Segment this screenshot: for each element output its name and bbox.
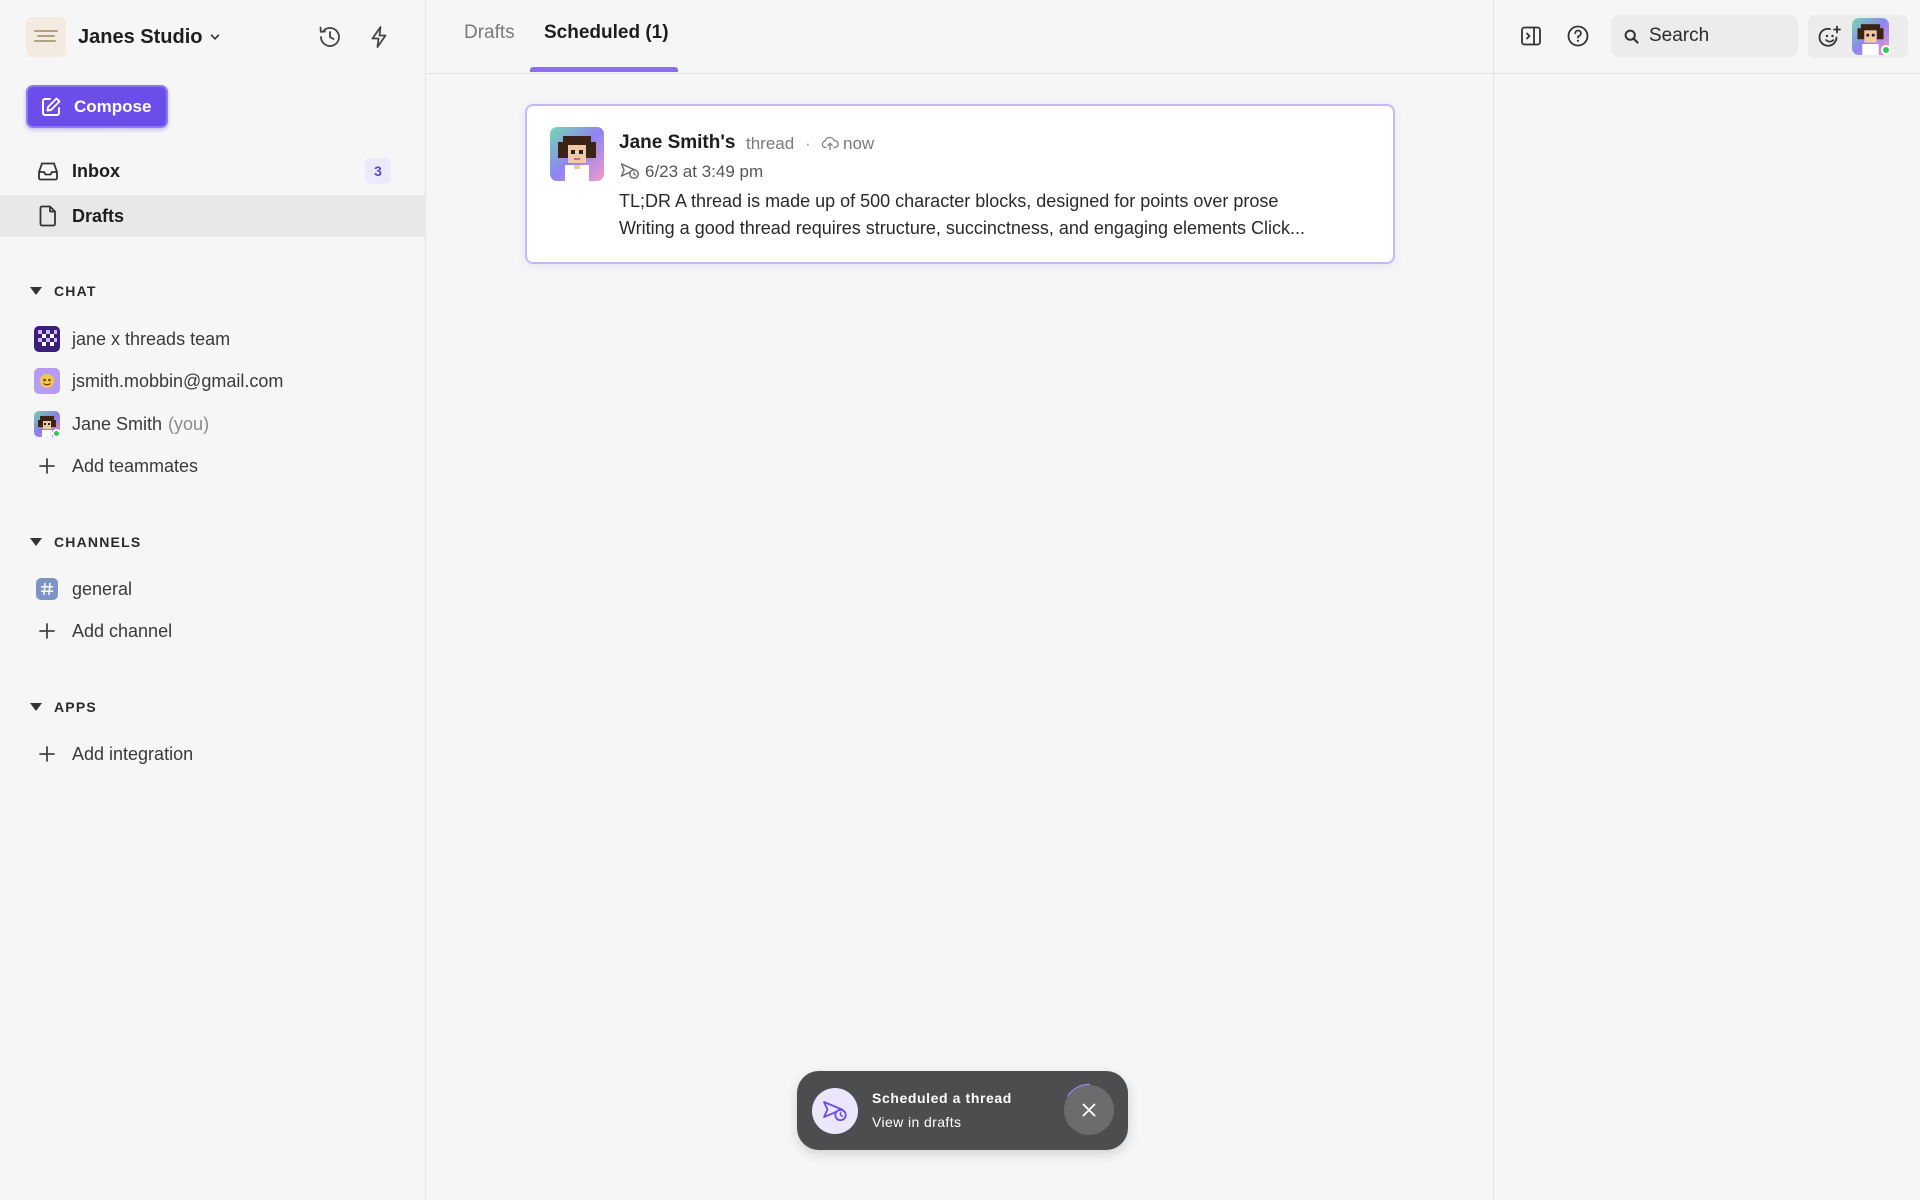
author-avatar <box>550 127 604 181</box>
chat-item-label: jane x threads team <box>72 328 231 349</box>
sidebar-item-drafts[interactable]: Drafts <box>0 195 426 237</box>
compose-icon <box>42 97 61 116</box>
view-in-drafts-link[interactable]: View in drafts <box>872 1114 961 1130</box>
toggle-panel-icon[interactable] <box>1519 24 1543 48</box>
thread-preview-line-1: TL;DR A thread is made up of 500 charact… <box>619 191 1279 211</box>
sync-status: now <box>843 134 875 153</box>
chat-item-label: jsmith.mobbin@gmail.com <box>72 370 284 391</box>
caret-down-icon <box>30 538 42 546</box>
right-toolbar: Search <box>1494 0 1920 74</box>
section-title: CHAT <box>54 283 97 299</box>
section-toggle-apps[interactable]: APPS <box>30 699 97 715</box>
help-icon[interactable] <box>1566 24 1590 48</box>
thread-preview-line-2: Writing a good thread requires structure… <box>619 218 1306 238</box>
hash-icon <box>36 578 58 600</box>
toast-close-button[interactable] <box>1064 1085 1114 1135</box>
separator-dot: · <box>805 134 811 153</box>
caret-down-icon <box>30 703 42 711</box>
section-toggle-chat[interactable]: CHAT <box>30 283 97 299</box>
sidebar: Janes Studio Compose Inbox 3 Drafts CHAT… <box>0 0 426 1200</box>
thread-author[interactable]: Jane Smith's <box>619 132 735 154</box>
toast-title: Scheduled a thread <box>872 1090 1012 1106</box>
chat-item-email-user[interactable]: jsmith.mobbin@gmail.com <box>34 365 283 397</box>
add-reaction-icon[interactable] <box>1817 24 1843 50</box>
add-teammates-label: Add teammates <box>72 455 199 476</box>
user-menu[interactable] <box>1808 15 1908 58</box>
workspace-logo <box>26 17 66 57</box>
section-title: CHANNELS <box>54 534 142 550</box>
inbox-icon <box>38 162 58 181</box>
caret-down-icon <box>30 287 42 295</box>
search-placeholder: Search <box>1649 25 1710 46</box>
section-toggle-channels[interactable]: CHANNELS <box>30 534 141 550</box>
scheduled-toast: Scheduled a thread View in drafts <box>797 1071 1128 1150</box>
you-suffix: (you) <box>168 413 210 434</box>
add-channel-button[interactable]: Add channel <box>34 615 172 647</box>
channel-item-label: general <box>72 578 133 599</box>
chat-item-team[interactable]: jane x threads team <box>34 323 230 355</box>
history-icon[interactable] <box>317 24 343 50</box>
section-title: APPS <box>54 699 97 715</box>
compose-label: Compose <box>74 96 152 116</box>
workspace-name: Janes Studio <box>78 25 203 48</box>
close-icon <box>1082 1103 1096 1117</box>
online-indicator <box>52 429 61 438</box>
user-avatar <box>34 368 60 394</box>
chat-item-label: Jane Smith <box>72 413 163 434</box>
team-avatar <box>34 326 60 352</box>
search-icon <box>1624 29 1639 44</box>
add-integration-button[interactable]: Add integration <box>34 738 193 770</box>
plus-icon <box>34 618 60 644</box>
unread-badge: 3 <box>365 158 391 184</box>
workspace-switcher[interactable]: Janes Studio <box>26 17 220 57</box>
sidebar-item-label: Inbox <box>72 160 120 181</box>
scheduled-thread-card[interactable]: Jane Smith's thread · now 6/23 at 3:49 p… <box>525 104 1395 264</box>
add-channel-label: Add channel <box>72 620 173 641</box>
chevron-down-icon <box>211 34 220 40</box>
plus-icon <box>34 453 60 479</box>
scheduled-send-icon <box>812 1088 858 1134</box>
document-icon <box>39 205 56 227</box>
tab-drafts[interactable]: Drafts <box>464 22 515 44</box>
scheduled-send-icon <box>620 163 639 179</box>
right-panel: Search <box>1493 0 1920 1200</box>
search-input[interactable]: Search <box>1611 15 1798 57</box>
main-tabs-bar: Drafts Scheduled (1) <box>427 0 1493 74</box>
sidebar-item-label: Drafts <box>72 205 125 226</box>
add-integration-label: Add integration <box>72 743 194 764</box>
scheduled-datetime: 6/23 at 3:49 pm <box>645 162 764 181</box>
add-teammates-button[interactable]: Add teammates <box>34 450 198 482</box>
lightning-icon[interactable] <box>366 24 392 50</box>
compose-button[interactable]: Compose <box>26 85 168 128</box>
chat-item-self[interactable]: Jane Smith (you) <box>34 408 209 440</box>
tab-scheduled[interactable]: Scheduled (1) <box>544 22 669 44</box>
thread-type: thread <box>746 134 795 153</box>
online-indicator <box>1881 45 1891 55</box>
plus-icon <box>34 741 60 767</box>
cloud-upload-icon <box>821 136 839 151</box>
active-tab-indicator <box>530 67 678 72</box>
channel-item-general[interactable]: general <box>34 573 132 605</box>
sidebar-item-inbox[interactable]: Inbox 3 <box>0 150 426 192</box>
